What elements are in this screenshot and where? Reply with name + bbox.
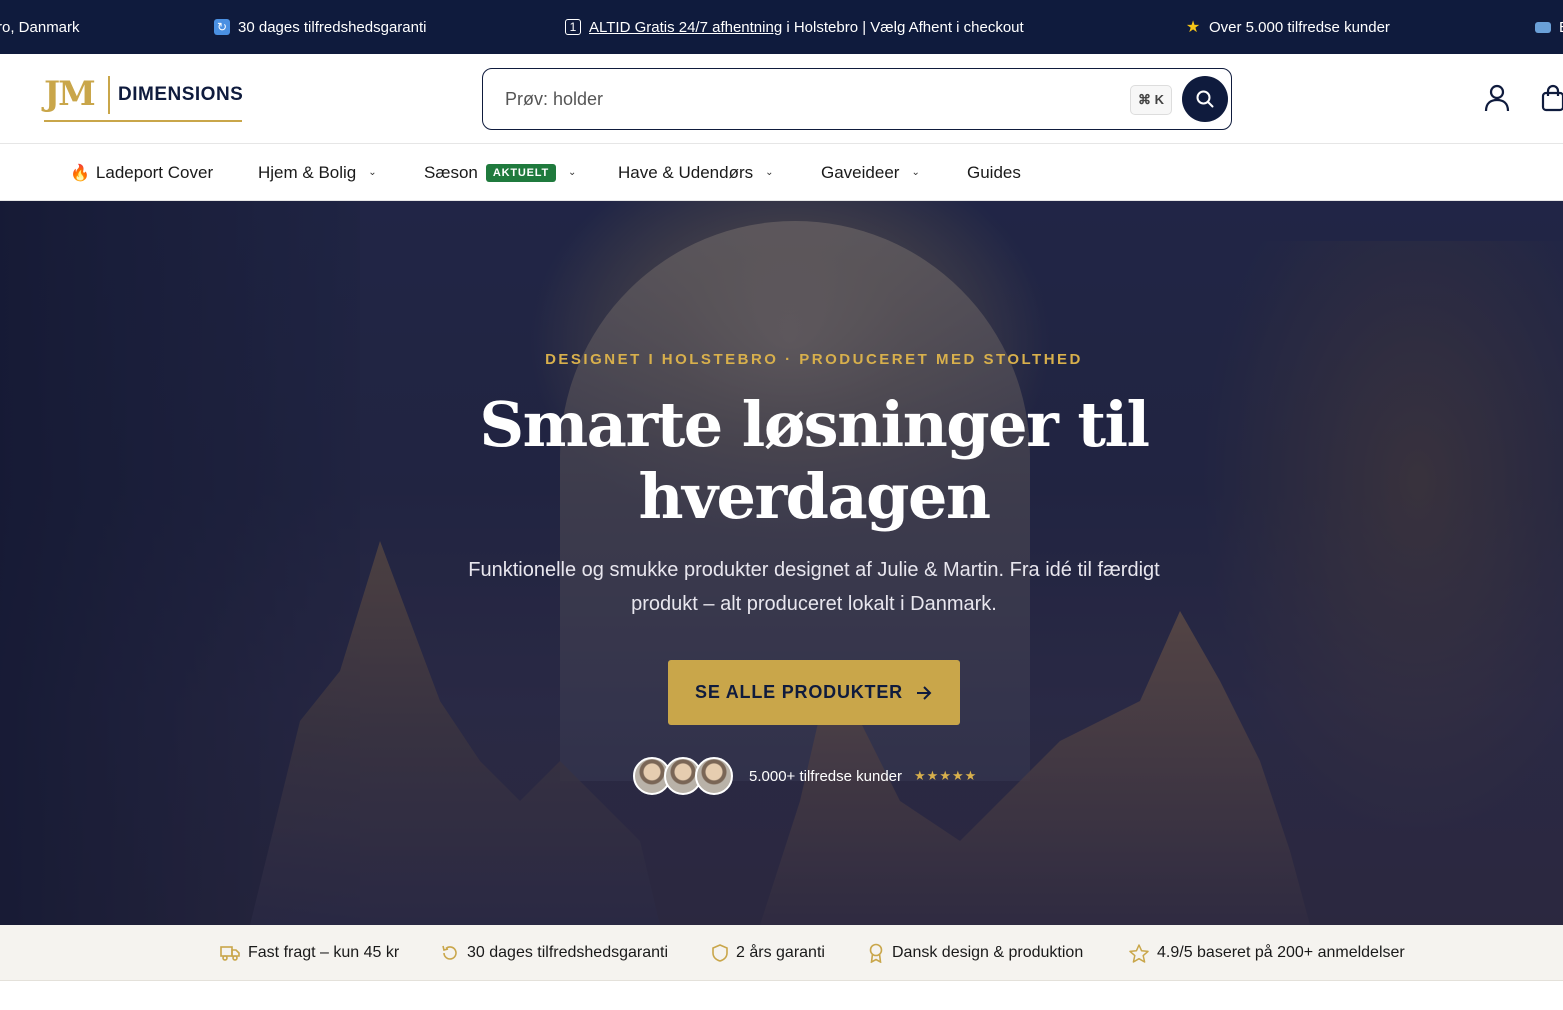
announcement-item-pickup: 1 ALTID Gratis 24/7 afhentning i Holsteb… xyxy=(565,0,1024,54)
bag-icon xyxy=(1541,84,1563,112)
trust-item-danish-design: Dansk design & produktion xyxy=(868,925,1083,981)
announcement-item-location: ro, Danmark xyxy=(0,0,80,54)
avatar xyxy=(695,757,733,795)
announcement-bar: ro, Danmark ↻ 30 dages tilfredshedsgaran… xyxy=(0,0,1563,54)
announcement-text: Over 5.000 tilfredse kunder xyxy=(1209,18,1390,36)
chevron-down-icon: ⌄ xyxy=(368,167,377,178)
one-icon: 1 xyxy=(565,19,581,35)
hero-title-line1: Smarte løsninger til xyxy=(479,388,1150,461)
announcement-text: i Holstebro | Vælg Afhent i checkout xyxy=(782,18,1024,36)
trust-text: Dansk design & produktion xyxy=(892,944,1084,961)
nav-item-ladeport-cover[interactable]: 🔥 Ladeport Cover xyxy=(70,144,213,201)
hero-title: Smarte løsninger til hverdagen xyxy=(0,389,1563,533)
trust-item-warranty: 2 års garanti xyxy=(712,925,825,981)
chevron-down-icon: ⌄ xyxy=(911,167,920,178)
pickup-link[interactable]: ALTID Gratis 24/7 afhentning xyxy=(589,19,782,36)
social-proof-text: 5.000+ tilfredse kunder xyxy=(749,767,903,785)
hero-banner: DESIGNET I HOLSTEBRO · PRODUCERET MED ST… xyxy=(0,201,1563,925)
hero-title-line2: hverdagen xyxy=(638,460,991,533)
trust-text: 4.9/5 baseret på 200+ anmeldelser xyxy=(1157,944,1405,961)
shield-icon xyxy=(712,944,728,962)
nav-label: Ladeport Cover xyxy=(95,162,214,182)
see-all-products-button[interactable]: SE ALLE PRODUKTER xyxy=(668,660,960,725)
trust-item-guarantee: 30 dages tilfredshedsgaranti xyxy=(441,925,668,981)
trust-bar: Fast fragt – kun 45 kr 30 dages tilfreds… xyxy=(0,925,1563,981)
card-icon xyxy=(1535,21,1551,33)
chevron-down-icon: ⌄ xyxy=(765,167,774,178)
star-outline-icon xyxy=(1129,943,1149,963)
nav-label: Gaveideer xyxy=(821,162,900,182)
chevron-down-icon: ⌄ xyxy=(568,167,577,178)
nav-label: Sæson xyxy=(424,162,478,182)
site-header: JM DIMENSIONS ⌘ K xyxy=(0,54,1563,144)
announcement-text: 30 dages tilfredshedsgaranti xyxy=(238,18,427,36)
main-nav: 🔥 Ladeport Cover Hjem & Bolig ⌄ Sæson AK… xyxy=(0,144,1563,201)
logo-underline xyxy=(44,120,242,122)
announcement-item-customers: ★ Over 5.000 tilfredse kunder xyxy=(1185,0,1390,54)
hero-subtitle: Funktionelle og smukke produkter designe… xyxy=(468,559,1160,615)
nav-item-have-udendors[interactable]: Have & Udendørs ⌄ xyxy=(618,144,774,201)
nav-label: Guides xyxy=(967,162,1021,182)
nav-item-saeson[interactable]: Sæson AKTUELT ⌄ xyxy=(424,144,576,201)
return-icon xyxy=(441,944,459,962)
nav-item-guides[interactable]: Guides xyxy=(967,144,1021,201)
search-input[interactable] xyxy=(505,83,1105,115)
status-badge: AKTUELT xyxy=(485,163,556,182)
logo-mark: JM xyxy=(44,74,96,114)
nav-label: Have & Udendørs xyxy=(618,162,754,182)
cta-label: SE ALLE PRODUKTER xyxy=(695,682,903,702)
search-button[interactable] xyxy=(1182,76,1228,122)
search-box: ⌘ K xyxy=(482,68,1232,130)
cart-button[interactable] xyxy=(1540,82,1563,114)
trust-text: 30 dages tilfredshedsgaranti xyxy=(467,944,669,961)
user-icon xyxy=(1484,84,1510,112)
announcement-item-guarantee: ↻ 30 dages tilfredshedsgaranti xyxy=(214,0,426,54)
star-icon: ★ xyxy=(1185,19,1201,36)
nav-item-hjem-bolig[interactable]: Hjem & Bolig ⌄ xyxy=(258,144,377,201)
hero-eyebrow: DESIGNET I HOLSTEBRO · PRODUCERET MED ST… xyxy=(545,351,1083,368)
nav-label: Hjem & Bolig xyxy=(258,162,357,182)
arrow-right-icon xyxy=(916,685,932,700)
announcement-item-card: E xyxy=(1535,0,1563,54)
trust-text: 2 års garanti xyxy=(736,944,825,961)
truck-icon xyxy=(220,945,240,961)
trust-item-reviews: 4.9/5 baseret på 200+ anmeldelser xyxy=(1129,925,1405,981)
customer-avatars xyxy=(633,755,737,797)
social-proof: 5.000+ tilfredse kunder ★★★★★ xyxy=(633,755,977,797)
award-icon xyxy=(868,943,884,963)
trust-item-shipping: Fast fragt – kun 45 kr xyxy=(220,925,399,981)
trust-text: Fast fragt – kun 45 kr xyxy=(248,944,400,961)
flame-icon: 🔥 xyxy=(70,164,90,182)
announcement-text: ro, Danmark xyxy=(0,18,80,36)
account-button[interactable] xyxy=(1482,82,1512,114)
rating-stars: ★★★★★ xyxy=(914,768,978,783)
logo-text: DIMENSIONS xyxy=(118,84,244,105)
nav-item-gaveideer[interactable]: Gaveideer ⌄ xyxy=(821,144,920,201)
logo[interactable]: JM DIMENSIONS xyxy=(44,72,244,124)
announcement-text: E xyxy=(1559,19,1563,36)
refresh-icon: ↻ xyxy=(214,19,230,35)
search-icon xyxy=(1196,90,1214,108)
search-shortcut: ⌘ K xyxy=(1130,85,1172,115)
logo-divider xyxy=(108,76,110,114)
